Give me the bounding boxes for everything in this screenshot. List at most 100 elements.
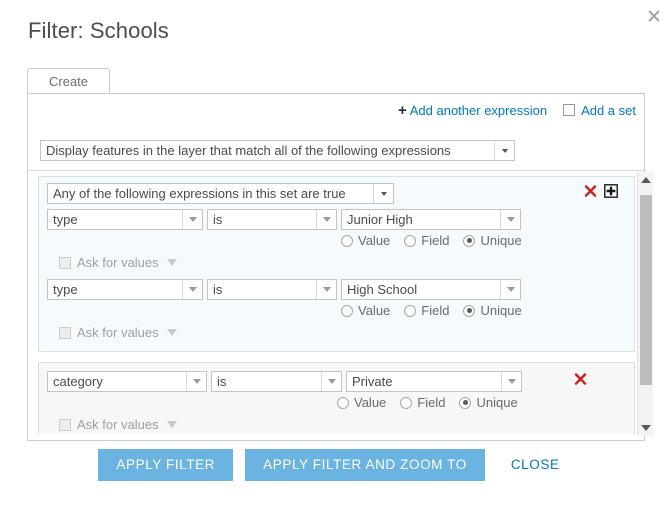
add-another-expression-button[interactable]: + Add another expression (398, 103, 547, 118)
operator-value: is (208, 210, 316, 229)
apply-filter-button[interactable]: APPLY FILTER (98, 449, 233, 481)
radio-field[interactable]: Field (404, 303, 449, 318)
close-icon[interactable] (644, 6, 664, 26)
ask-for-values-label: Ask for values (77, 325, 159, 340)
ask-for-values-label: Ask for values (77, 255, 159, 270)
radio-unique[interactable]: Unique (463, 233, 521, 248)
operator-select[interactable]: is (211, 371, 342, 392)
radio-indicator (463, 305, 475, 317)
divider (28, 170, 646, 171)
radio-indicator (459, 397, 471, 409)
value-select[interactable]: Private (346, 371, 522, 392)
radio-unique-label: Unique (480, 233, 521, 248)
close-button[interactable]: CLOSE (497, 449, 574, 481)
tab-create[interactable]: Create (27, 68, 110, 94)
radio-indicator (337, 397, 349, 409)
field-select[interactable]: category (47, 371, 207, 392)
panel-toolbar: + Add another expression Add a set (398, 100, 636, 120)
field-select[interactable]: type (47, 209, 203, 230)
radio-value-label: Value (354, 395, 386, 410)
radio-value-label: Value (358, 303, 390, 318)
chevron-down-icon (316, 210, 336, 229)
radio-unique-label: Unique (480, 303, 521, 318)
add-a-set-checkbox[interactable] (563, 104, 575, 116)
field-select[interactable]: type (47, 279, 203, 300)
scroll-down-icon[interactable] (638, 420, 653, 436)
operator-select[interactable]: is (207, 209, 337, 230)
radio-indicator (463, 235, 475, 247)
radio-indicator (404, 235, 416, 247)
chevron-down-icon[interactable] (167, 329, 177, 336)
radio-unique[interactable]: Unique (459, 395, 517, 410)
add-a-set-button[interactable]: Add a set (563, 103, 636, 118)
value-select[interactable]: Junior High (341, 209, 521, 230)
chevron-down-icon (182, 280, 202, 299)
expression-row: type is High School (47, 279, 626, 302)
scrollbar-thumb[interactable] (640, 195, 652, 385)
chevron-down-icon (186, 372, 206, 391)
ask-for-values-row[interactable]: Ask for values (47, 322, 626, 343)
operator-select[interactable]: is (207, 279, 337, 300)
radio-unique[interactable]: Unique (463, 303, 521, 318)
dialog-footer: APPLY FILTER APPLY FILTER AND ZOOM TO CL… (27, 441, 645, 489)
standalone-expression: category is Private (38, 362, 635, 434)
chevron-down-icon[interactable] (167, 421, 177, 428)
delete-x-icon[interactable] (574, 373, 587, 386)
set-operator-value: Any of the following expressions in this… (48, 184, 373, 203)
radio-field-label: Field (421, 233, 449, 248)
add-a-set-label: Add a set (581, 103, 636, 118)
chevron-down-icon (501, 372, 521, 391)
ask-for-values-row[interactable]: Ask for values (47, 414, 626, 434)
radio-indicator (341, 235, 353, 247)
chevron-down-icon (316, 280, 336, 299)
chevron-down-icon (494, 141, 514, 160)
delete-x-icon[interactable] (584, 185, 597, 198)
ask-for-values-checkbox[interactable] (59, 327, 71, 339)
radio-unique-label: Unique (476, 395, 517, 410)
field-value: category (48, 372, 186, 391)
value-source-radios: Value Field Unique (47, 232, 626, 252)
radio-field-label: Field (417, 395, 445, 410)
field-value: type (48, 280, 182, 299)
chevron-down-icon (373, 184, 393, 203)
radio-field-label: Field (421, 303, 449, 318)
value-text: High School (342, 280, 500, 299)
expression-set: Any of the following expressions in this… (38, 176, 635, 352)
chevron-down-icon (500, 210, 520, 229)
radio-indicator (404, 305, 416, 317)
radio-indicator (341, 305, 353, 317)
expression-row-group: type is High School (47, 279, 626, 343)
ask-for-values-checkbox[interactable] (59, 257, 71, 269)
expressions-scroll-area[interactable]: Any of the following expressions in this… (38, 176, 635, 434)
ask-for-values-checkbox[interactable] (59, 419, 71, 431)
value-text: Junior High (342, 210, 500, 229)
apply-filter-and-zoom-to-button[interactable]: APPLY FILTER AND ZOOM TO (245, 449, 485, 481)
page-title: Filter: Schools (28, 18, 169, 44)
add-expression-box-icon[interactable] (604, 184, 618, 198)
chevron-down-icon[interactable] (167, 259, 177, 266)
plus-icon: + (398, 103, 407, 118)
match-mode-select[interactable]: Display features in the layer that match… (40, 140, 515, 161)
match-mode-value: Display features in the layer that match… (41, 141, 494, 160)
operator-value: is (212, 372, 321, 391)
scroll-up-icon[interactable] (638, 172, 653, 188)
chevron-down-icon (182, 210, 202, 229)
radio-indicator (400, 397, 412, 409)
radio-field[interactable]: Field (404, 233, 449, 248)
add-another-expression-label: Add another expression (410, 103, 547, 118)
radio-value[interactable]: Value (337, 395, 386, 410)
value-select[interactable]: High School (341, 279, 521, 300)
scrollbar[interactable] (637, 172, 653, 436)
chevron-down-icon (500, 280, 520, 299)
radio-field[interactable]: Field (400, 395, 445, 410)
set-actions (584, 184, 618, 198)
expression-row: category is Private (47, 371, 626, 394)
set-operator-select[interactable]: Any of the following expressions in this… (47, 183, 394, 204)
chevron-down-icon (321, 372, 341, 391)
set-header: Any of the following expressions in this… (47, 183, 626, 206)
radio-value[interactable]: Value (341, 303, 390, 318)
ask-for-values-row[interactable]: Ask for values (47, 252, 626, 273)
filter-panel: + Add another expression Add a set Displ… (27, 93, 645, 441)
radio-value[interactable]: Value (341, 233, 390, 248)
expression-row: type is Junior High (47, 209, 626, 232)
